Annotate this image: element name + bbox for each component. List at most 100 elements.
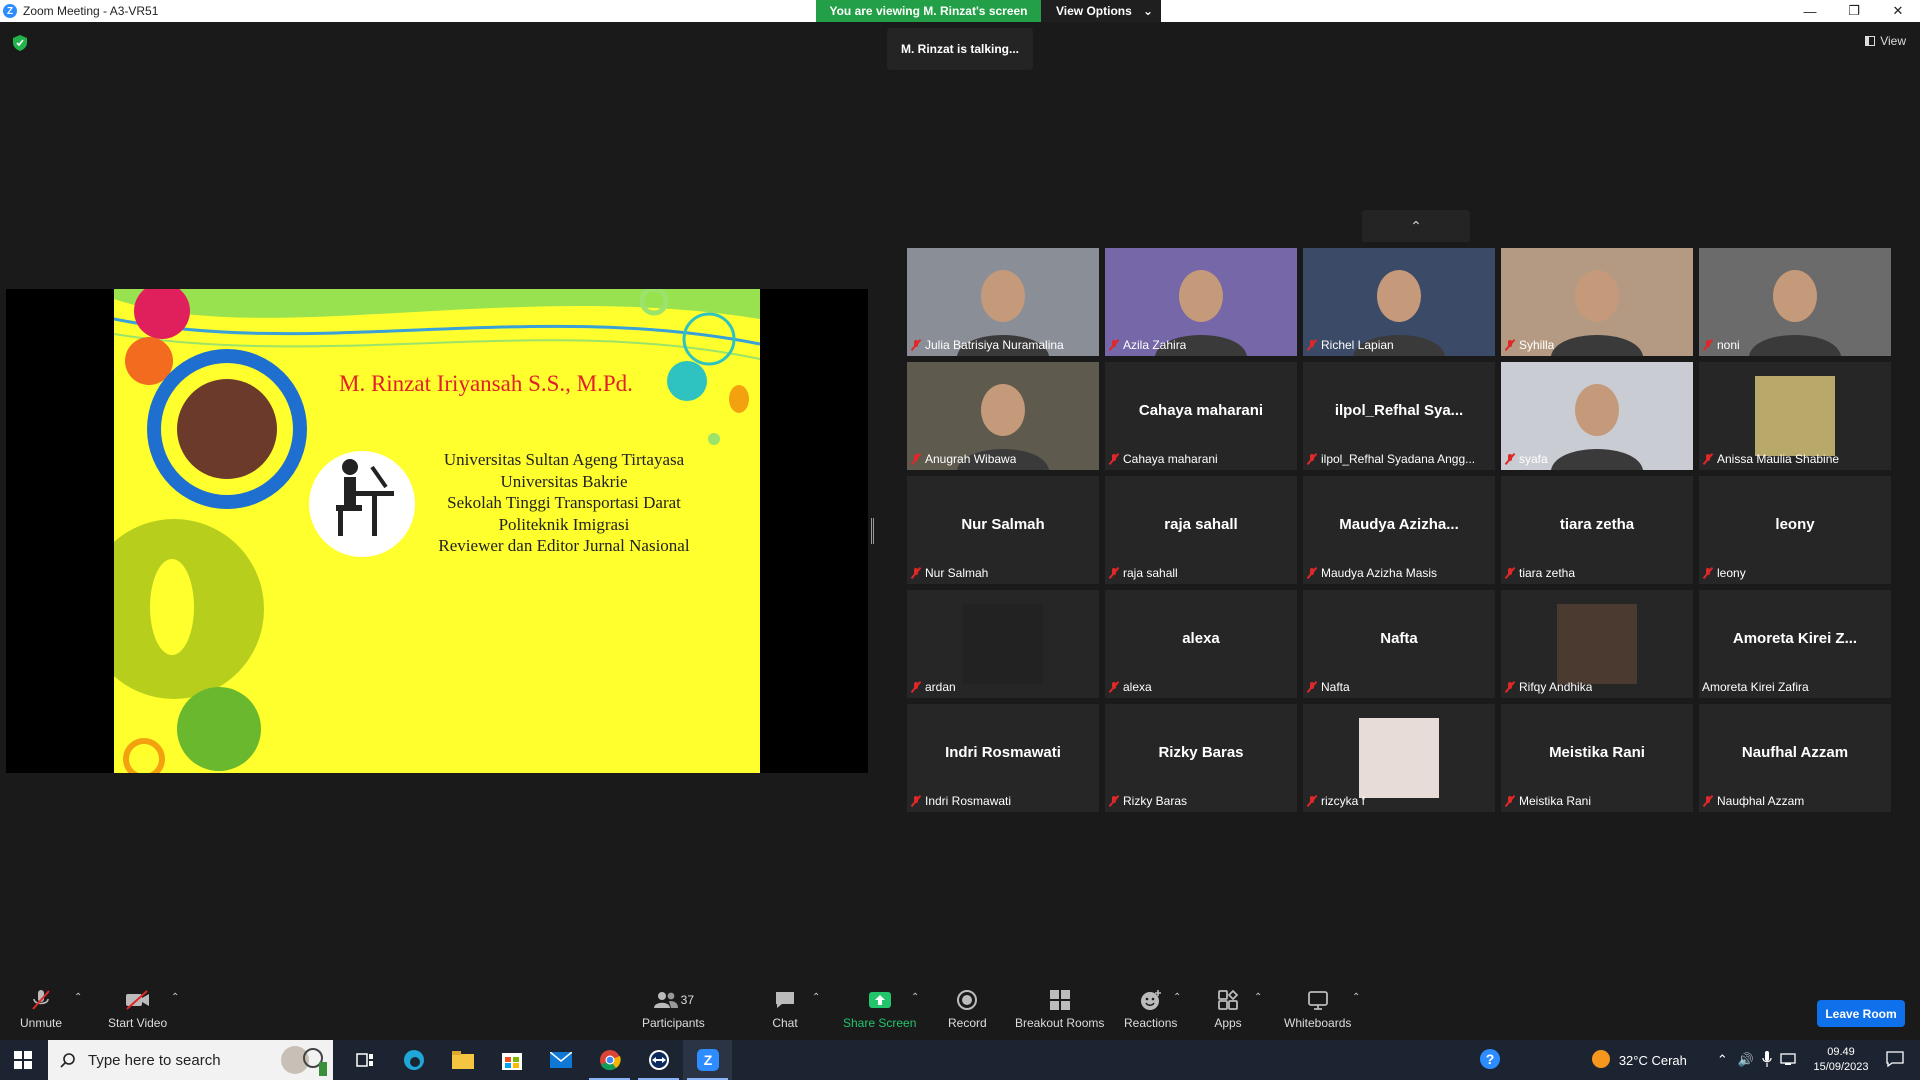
muted-mic-icon <box>1108 453 1120 465</box>
network-icon[interactable] <box>1780 1052 1798 1069</box>
participant-tile[interactable]: Rizky Baras Rizky Baras <box>1105 704 1297 812</box>
apps-button[interactable]: Apps <box>1214 988 1242 1030</box>
muted-mic-icon <box>1306 567 1318 579</box>
participant-tile[interactable]: raja sahall raja sahall <box>1105 476 1297 584</box>
window-controls: — ❐ ✕ <box>1788 0 1920 22</box>
participant-tile[interactable]: Azila Zahira <box>1105 248 1297 356</box>
muted-mic-icon <box>1108 339 1120 351</box>
participant-name: Syhilla <box>1519 338 1555 352</box>
minimize-icon[interactable]: — <box>1788 0 1832 22</box>
volume-icon[interactable]: 🔊 <box>1738 1052 1754 1068</box>
participant-tile[interactable]: Syhilla <box>1501 248 1693 356</box>
leave-room-button[interactable]: Leave Room <box>1817 1000 1905 1027</box>
taskbar-search[interactable]: Type here to search <box>48 1040 333 1080</box>
teamviewer-icon[interactable] <box>634 1040 683 1080</box>
participant-tile[interactable]: Anissa Maulia Shabine <box>1699 362 1891 470</box>
start-video-button[interactable]: Start Video <box>108 988 167 1030</box>
participant-tile[interactable]: Anugrah Wibawa <box>907 362 1099 470</box>
participant-name-label: Amoreta Kirei Zafira <box>1702 679 1809 695</box>
chat-button[interactable]: Chat <box>771 988 799 1030</box>
participant-tile[interactable]: Rifqy Andhika <box>1501 590 1693 698</box>
participant-tile[interactable]: Maudya Azizha... Maudya Azizha Masis <box>1303 476 1495 584</box>
weather-text[interactable]: 32°C Cerah <box>1619 1053 1687 1068</box>
participant-tile[interactable]: syafa <box>1501 362 1693 470</box>
profile-picture <box>1557 604 1637 684</box>
view-button[interactable]: View <box>1865 34 1906 48</box>
participant-tile[interactable]: ardan <box>907 590 1099 698</box>
edge-browser-icon[interactable] <box>389 1040 438 1080</box>
zoom-app-icon[interactable]: Z <box>683 1040 732 1080</box>
windows-start-icon[interactable] <box>14 1051 32 1069</box>
participant-name: tiara zetha <box>1519 566 1576 580</box>
muted-mic-icon <box>910 339 922 351</box>
participant-tile[interactable]: rizcyka f <box>1303 704 1495 812</box>
participant-display-name: Amoreta Kirei Z... <box>1732 630 1858 647</box>
share-screen-button[interactable]: Share Screen <box>843 988 916 1030</box>
taskbar-clock[interactable]: 09.49 15/09/2023 <box>1806 1045 1876 1075</box>
microphone-icon[interactable] <box>1762 1050 1772 1070</box>
whiteboards-button[interactable]: Whiteboards <box>1284 988 1351 1030</box>
view-options-button[interactable]: View Options ⌄ <box>1041 0 1161 22</box>
notifications-icon[interactable] <box>1886 1050 1904 1070</box>
participant-tile[interactable]: leony leony <box>1699 476 1891 584</box>
audio-options-caret[interactable]: ⌃ <box>74 992 82 1003</box>
reactions-options-caret[interactable]: ⌃ <box>1173 992 1181 1003</box>
participant-tile[interactable]: Indri Rosmawati Indri Rosmawati <box>907 704 1099 812</box>
slide-affiliations: Universitas Sultan Ageng Tirtayasa Unive… <box>414 449 714 557</box>
whiteboards-options-caret[interactable]: ⌃ <box>1352 992 1360 1003</box>
participant-tile[interactable]: Amoreta Kirei Z... Amoreta Kirei Zafira <box>1699 590 1891 698</box>
video-off-icon <box>124 988 152 1012</box>
search-icon <box>60 1053 75 1068</box>
participant-tile[interactable]: Julia Batrisiya Nuramalina <box>907 248 1099 356</box>
record-button[interactable]: Record <box>948 988 987 1030</box>
muted-mic-icon <box>910 795 922 807</box>
microsoft-store-icon[interactable] <box>487 1040 536 1080</box>
participant-display-name: Cahaya maharani <box>1138 402 1264 419</box>
reactions-icon <box>1137 988 1165 1012</box>
muted-mic-icon <box>910 681 922 693</box>
participant-name-label: noni <box>1702 337 1740 353</box>
participant-name: Nauфhal Azzam <box>1717 794 1805 808</box>
restore-icon[interactable]: ❐ <box>1832 0 1876 22</box>
file-explorer-icon[interactable] <box>438 1040 487 1080</box>
muted-mic-icon <box>910 567 922 579</box>
task-view-icon[interactable] <box>340 1040 389 1080</box>
participant-display-name: tiara zetha <box>1559 516 1635 533</box>
chat-options-caret[interactable]: ⌃ <box>812 992 820 1003</box>
close-icon[interactable]: ✕ <box>1876 0 1920 22</box>
participant-name: Cahaya maharani <box>1123 452 1218 466</box>
shield-icon[interactable] <box>13 35 27 51</box>
participant-tile[interactable]: ilpol_Refhal Sya... ilpol_Refhal Syadana … <box>1303 362 1495 470</box>
chrome-icon[interactable] <box>585 1040 634 1080</box>
apps-options-caret[interactable]: ⌃ <box>1254 992 1262 1003</box>
shared-screen[interactable]: M. Rinzat Iriyansah S.S., M.Pd. Universi… <box>6 289 868 773</box>
participant-tile[interactable]: alexa alexa <box>1105 590 1297 698</box>
participant-tile[interactable]: tiara zetha tiara zetha <box>1501 476 1693 584</box>
unmute-button[interactable]: Unmute <box>20 988 62 1030</box>
breakout-rooms-button[interactable]: Breakout Rooms <box>1015 988 1104 1030</box>
slide-line: Universitas Sultan Ageng Tirtayasa <box>443 450 685 469</box>
participant-tile[interactable]: Cahaya maharani Cahaya maharani <box>1105 362 1297 470</box>
split-resize-handle[interactable] <box>871 518 874 544</box>
participant-tile[interactable]: Nur Salmah Nur Salmah <box>907 476 1099 584</box>
participant-tile[interactable]: Meistika Rani Meistika Rani <box>1501 704 1693 812</box>
mail-icon[interactable] <box>536 1040 585 1080</box>
meeting-toolbar: Unmute ⌃ Start Video ⌃ 37 Participants C… <box>0 978 1920 1040</box>
participant-tile[interactable]: noni <box>1699 248 1891 356</box>
muted-mic-icon <box>1504 795 1516 807</box>
participants-button[interactable]: 37 Participants <box>642 988 705 1030</box>
participant-display-name: Nafta <box>1380 630 1418 647</box>
chevron-up-icon[interactable]: ⌃ <box>1717 1052 1728 1068</box>
share-options-caret[interactable]: ⌃ <box>911 992 919 1003</box>
share-screen-label: Share Screen <box>843 1016 917 1030</box>
video-options-caret[interactable]: ⌃ <box>171 992 179 1003</box>
participant-name: ilpol_Refhal Syadana Angg... <box>1321 452 1476 466</box>
participant-tile[interactable]: Nafta Nafta <box>1303 590 1495 698</box>
participant-name-label: Julia Batrisiya Nuramalina <box>910 337 1064 353</box>
participant-tile[interactable]: Naufhal Azzam Nauфhal Azzam <box>1699 704 1891 812</box>
gallery-scroll-up-button[interactable]: ⌃ <box>1362 210 1470 242</box>
help-icon[interactable]: ? <box>1479 1048 1501 1073</box>
reactions-button[interactable]: Reactions <box>1124 988 1177 1030</box>
participant-name-label: Maudya Azizha Masis <box>1306 565 1437 581</box>
participant-tile[interactable]: Richel Lapian <box>1303 248 1495 356</box>
